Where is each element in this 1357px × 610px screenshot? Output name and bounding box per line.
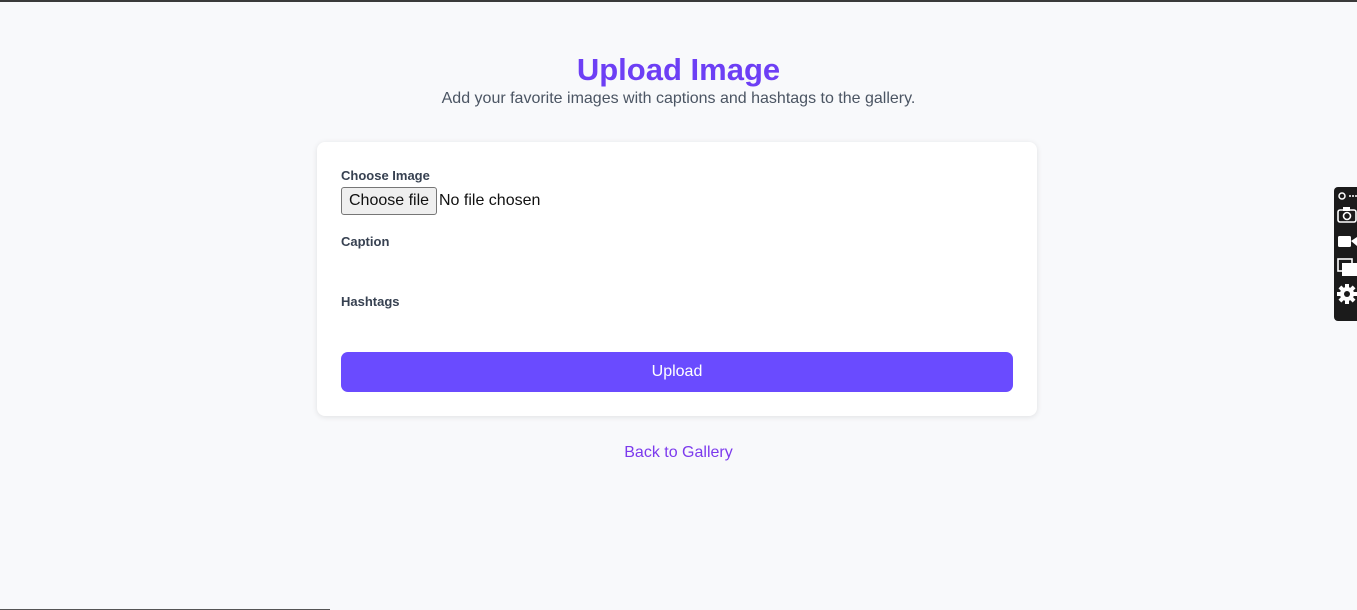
page-title: Upload Image: [576, 52, 781, 87]
choose-image-label: Choose Image: [341, 168, 430, 183]
page-subtitle: Add your favorite images with captions a…: [441, 90, 916, 107]
choose-file-button[interactable]: Choose file: [341, 187, 438, 215]
upload-form-card: Choose Image Choose file No file chosen …: [317, 142, 1037, 416]
window-icon[interactable]: [1337, 257, 1357, 277]
link-icon[interactable]: [1337, 189, 1357, 201]
upload-button[interactable]: Upload: [341, 352, 1013, 392]
file-status-text: No file chosen: [439, 192, 541, 209]
window-top-border: [0, 0, 1357, 2]
caption-input[interactable]: [341, 255, 1013, 281]
back-link-container: Back to Gallery: [0, 443, 1357, 463]
hashtags-label: Hashtags: [341, 294, 400, 309]
hashtags-input[interactable]: [341, 315, 1013, 341]
video-icon[interactable]: [1337, 231, 1357, 251]
back-to-gallery-link[interactable]: Back to Gallery: [624, 444, 732, 461]
gear-icon[interactable]: [1337, 284, 1357, 304]
camera-icon[interactable]: [1337, 205, 1357, 225]
side-toolbar: [1334, 187, 1357, 321]
caption-label: Caption: [341, 234, 390, 249]
